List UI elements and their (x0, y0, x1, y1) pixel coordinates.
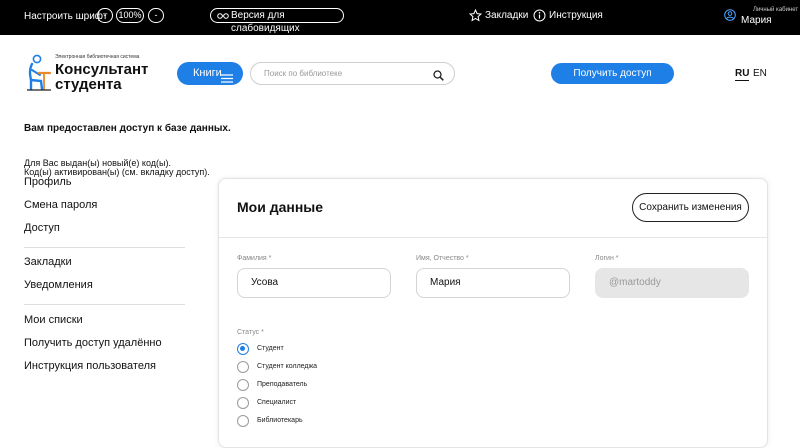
page-title: Мои данные (237, 199, 324, 215)
access-granted-notice: Вам предоставлен доступ к базе данных. (24, 123, 231, 134)
star-icon (468, 8, 483, 27)
search-placeholder: Поиск по библиотеке (264, 69, 343, 78)
site-logo[interactable]: Электронная библиотечная система Консуль… (24, 53, 159, 93)
bookmarks-label: Закладки (485, 10, 529, 21)
student-logo-icon (24, 53, 54, 98)
radio-button[interactable] (237, 379, 249, 391)
status-label: Статус * (237, 329, 264, 336)
lang-ru-button[interactable]: RU (735, 68, 750, 81)
status-option-label: Библиотекарь (257, 417, 303, 424)
sidebar-divider (24, 247, 185, 248)
lang-en-button[interactable]: EN (753, 68, 767, 79)
sidebar-item-my-lists[interactable]: Мои списки (24, 314, 83, 326)
instruction-link[interactable]: Инструкция (533, 9, 603, 23)
logo-title-line-1: Консультант (55, 61, 149, 78)
glasses-icon (217, 11, 229, 24)
name-label: Имя, Отчество * (416, 255, 469, 262)
radio-button[interactable] (237, 343, 249, 355)
font-increase-button[interactable]: - (148, 8, 164, 23)
status-option-label: Студент колледжа (257, 363, 318, 370)
sidebar-item-remote-access[interactable]: Получить доступ удалённо (24, 337, 162, 349)
radio-button[interactable] (237, 397, 249, 409)
sidebar-item-profile[interactable]: Профиль (24, 176, 72, 188)
sidebar-item-bookmarks[interactable]: Закладки (24, 256, 72, 268)
login-field: @martoddy (595, 268, 749, 298)
sidebar-item-change-password[interactable]: Смена пароля (24, 199, 97, 211)
radio-button[interactable] (237, 415, 249, 427)
search-icon[interactable] (433, 68, 444, 89)
menu-icon (221, 69, 233, 92)
logo-title-line-2: студента (55, 76, 122, 93)
instruction-label: Инструкция (549, 10, 603, 21)
card-divider (219, 237, 767, 238)
logo-caption: Электронная библиотечная система (55, 54, 140, 60)
font-decrease-button[interactable]: - (97, 8, 113, 23)
save-changes-button[interactable]: Сохранить изменения (632, 193, 749, 222)
radio-button[interactable] (237, 361, 249, 373)
status-option-label: Специалист (257, 399, 297, 406)
remote-access-button[interactable]: Получить доступ удалённо (551, 63, 674, 100)
sidebar-divider (24, 304, 185, 305)
visually-impaired-label: Версия для слабовидящих (231, 10, 300, 34)
books-button-label: Книги (193, 67, 222, 79)
bookmarks-link[interactable]: Закладки (468, 8, 529, 23)
status-option-label: Преподаватель (257, 381, 308, 388)
info-icon (533, 9, 546, 27)
personal-cabinet-link[interactable]: Личный кабинет Мария (724, 6, 800, 30)
accessibility-bar: Настроить шрифт - 100% - Версия для слаб… (0, 0, 800, 35)
sidebar-item-user-guide[interactable]: Инструкция пользователя (24, 360, 156, 372)
sidebar-item-notifications[interactable]: Уведомления (24, 279, 93, 291)
books-menu-button[interactable]: Книги (177, 62, 243, 85)
status-option-label: Студент (257, 345, 284, 352)
font-settings-label: Настроить шрифт (24, 11, 108, 22)
visually-impaired-button[interactable]: Версия для слабовидящих (210, 8, 344, 34)
user-icon (724, 9, 736, 24)
search-input[interactable]: Поиск по библиотеке (250, 62, 455, 85)
surname-label: Фамилия * (237, 255, 272, 262)
surname-field[interactable]: Усова (237, 268, 391, 298)
profile-card: Мои данные Сохранить изменения Фамилия *… (218, 178, 768, 448)
font-size-value: 100% (116, 8, 144, 23)
name-field[interactable]: Мария (416, 268, 570, 298)
cabinet-caption: Личный кабинет (753, 7, 799, 13)
logo-title: Консультант студента (55, 62, 148, 92)
sidebar-item-access[interactable]: Доступ (24, 222, 60, 234)
login-label: Логин * (595, 255, 619, 262)
user-name: Мария (741, 15, 772, 26)
